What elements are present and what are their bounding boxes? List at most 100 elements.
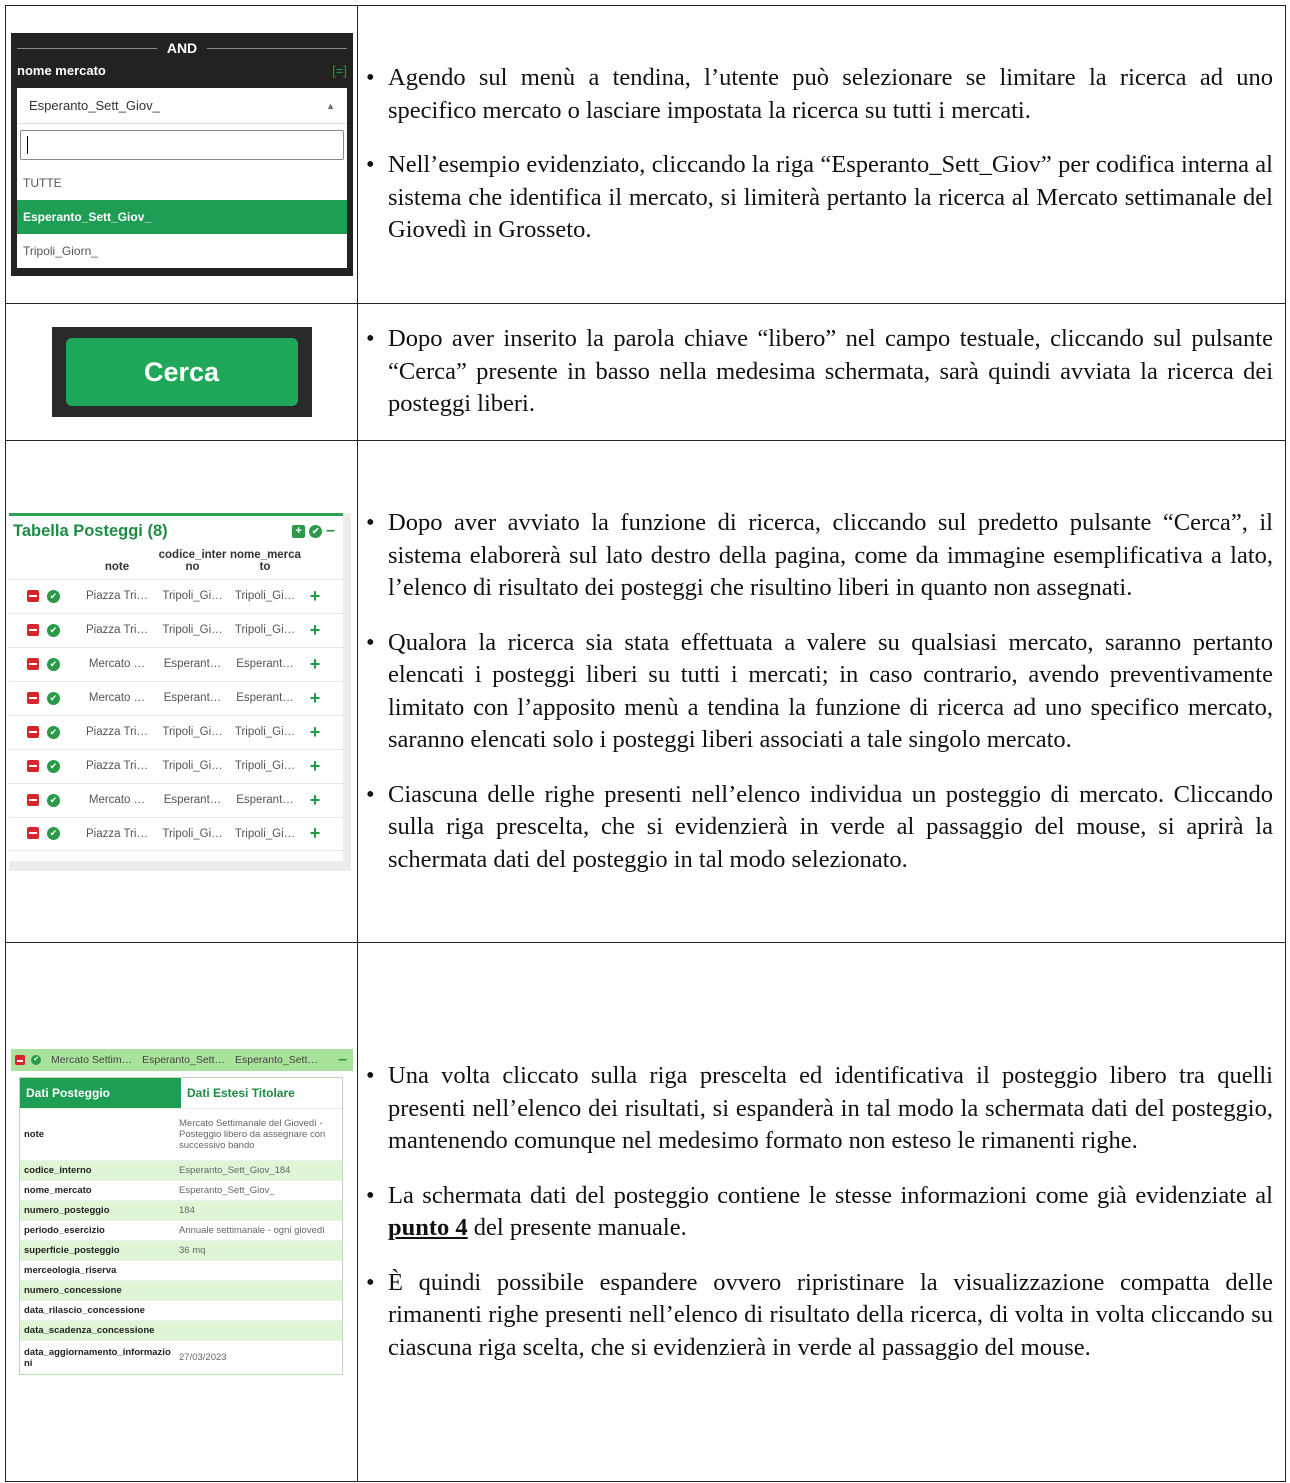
expand-plus-icon[interactable]: + <box>300 722 330 743</box>
delete-icon[interactable] <box>27 793 39 806</box>
cell: Tripoli_Gi… <box>234 760 296 772</box>
expand-plus-icon[interactable]: + <box>300 654 330 675</box>
detail-row: data_aggiornamento_informazioni 27/03/202… <box>20 1340 342 1374</box>
collapse-minus-icon[interactable]: – <box>338 1051 347 1069</box>
tab-dati-posteggio[interactable]: Dati Posteggio <box>20 1078 181 1108</box>
posteggi-table: Tabella Posteggi (8) + ✔ – note codice_i… <box>9 512 343 861</box>
delete-icon[interactable] <box>27 623 39 636</box>
table-row[interactable]: ✔ Piazza Tri… Tripoli_Gi… Tripoli_Gi… + <box>9 612 343 647</box>
check-icon[interactable]: ✔ <box>31 1055 41 1065</box>
dropdown-list: TUTTE Esperanto_Sett_Giov_ Tripoli_Giorn… <box>17 124 347 268</box>
check-icon[interactable]: ✔ <box>47 589 60 603</box>
expand-plus-icon[interactable]: + <box>300 756 330 777</box>
cell: Esperant… <box>163 658 222 670</box>
delete-icon[interactable] <box>27 725 39 738</box>
table-row[interactable]: ✔ Piazza Tri… Tripoli_Gi… Tripoli_Gi… + <box>9 578 343 613</box>
detail-row: merceologia_riserva <box>20 1260 342 1280</box>
check-icon[interactable]: ✔ <box>47 623 60 637</box>
check-icon[interactable]: ✔ <box>309 524 323 538</box>
check-icon[interactable]: ✔ <box>47 793 60 807</box>
detail-row: numero_posteggio 184 <box>20 1200 342 1220</box>
cell: Esperant… <box>236 692 294 704</box>
bullet-text: Una volta cliccato sulla riga prescelta … <box>366 1060 1273 1158</box>
and-divider: AND <box>17 39 347 57</box>
expand-plus-icon[interactable]: + <box>300 823 330 844</box>
cell: Tripoli_Gi… <box>162 827 223 840</box>
field-key: nome_mercato <box>24 1185 92 1196</box>
cerca-screenshot-cell: Cerca <box>5 303 358 441</box>
add-icon[interactable]: + <box>292 524 306 538</box>
cell: Esperanto_Sett… <box>142 1054 225 1066</box>
expand-plus-icon[interactable]: + <box>300 586 330 607</box>
expand-plus-icon[interactable]: + <box>300 688 330 709</box>
option-tripoli[interactable]: Tripoli_Giorn_ <box>17 234 347 268</box>
table-row[interactable]: ✔ Piazza Tri… Tripoli_Gi… Tripoli_Gi… + <box>9 816 343 851</box>
table-body: ✔ Piazza Tri… Tripoli_Gi… Tripoli_Gi… + ✔ Pia… <box>9 578 343 851</box>
delete-icon[interactable] <box>27 657 39 670</box>
row-detail: ✔ Mercato Settim… Esperanto_Sett… Espera… <box>5 942 1286 1482</box>
punto-4-link[interactable]: punto 4 <box>388 1214 468 1241</box>
table-row[interactable]: ✔ Mercato … Esperant… Esperant… + <box>9 646 343 681</box>
table-row[interactable]: ✔ Piazza Tri… Tripoli_Gi… Tripoli_Gi… + <box>9 714 343 749</box>
table-row[interactable]: ✔ Piazza Tri… Tripoli_Gi… Tripoli_Gi… + <box>9 748 343 783</box>
field-key: merceologia_riserva <box>24 1265 117 1276</box>
field-key: note <box>24 1129 45 1140</box>
option-esperanto[interactable]: Esperanto_Sett_Giov_ <box>17 200 347 234</box>
operator-badge[interactable]: [=] <box>332 63 347 78</box>
cell: Esperant… <box>163 692 222 704</box>
field-key: data_rilascio_concessione <box>24 1305 145 1316</box>
bullet-text: Dopo aver inserito la parola chiave “lib… <box>366 323 1273 421</box>
expand-plus-icon[interactable]: + <box>300 620 330 641</box>
bullet-text: Agendo sul menù a tendina, l’utente può … <box>366 62 1273 127</box>
market-select[interactable]: Esperanto_Sett_Giov_ ▲ <box>17 88 347 124</box>
bullet-text-part: del presente manuale. <box>467 1214 687 1241</box>
bullet-text: La schermata dati del posteggio contiene… <box>366 1180 1273 1245</box>
check-icon[interactable]: ✔ <box>47 691 60 705</box>
col-header: note <box>104 560 130 573</box>
bullet-text: Qualora la ricerca sia stata effettuata … <box>366 627 1273 757</box>
cerca-button[interactable]: Cerca <box>65 338 298 406</box>
caret-up-icon: ▲ <box>326 100 335 111</box>
table-screenshot-cell: Tabella Posteggi (8) + ✔ – note codice_i… <box>5 440 358 943</box>
field-value: Mercato Settimanale del Giovedì - Posteg… <box>179 1118 326 1151</box>
cell: Piazza Tri… <box>86 760 148 772</box>
check-icon[interactable]: ✔ <box>47 725 60 739</box>
cerca-frame: Cerca <box>51 327 312 417</box>
table-row[interactable]: ✔ Mercato … Esperant… Esperant… + <box>9 680 343 715</box>
dropdown-search-input[interactable] <box>20 130 344 160</box>
expand-plus-icon[interactable]: + <box>300 790 330 811</box>
delete-icon[interactable] <box>27 691 39 704</box>
market-select-value: Esperanto_Sett_Giov_ <box>29 98 160 113</box>
bullet-text: È quindi possibile espandere ovvero ripr… <box>366 1267 1273 1365</box>
minus-icon[interactable]: – <box>326 522 335 540</box>
selected-row[interactable]: ✔ Mercato Settim… Esperanto_Sett… Espera… <box>11 1049 353 1071</box>
delete-icon[interactable] <box>27 827 39 839</box>
field-key: numero_concessione <box>24 1285 122 1296</box>
cell: Tripoli_Gi… <box>234 624 296 636</box>
cell: Mercato … <box>88 658 146 670</box>
check-icon[interactable]: ✔ <box>47 759 60 773</box>
delete-icon[interactable] <box>27 759 39 772</box>
field-key: data_aggiornamento_informazioni <box>24 1346 171 1369</box>
cell: Mercato … <box>88 692 146 704</box>
table-row[interactable]: ✔ Mercato … Esperant… Esperant… + <box>9 782 343 817</box>
bullet-text: Nell’esempio evidenziato, cliccando la r… <box>366 149 1273 247</box>
delete-icon[interactable] <box>27 589 39 602</box>
bullet-text-part: La schermata dati del posteggio contiene… <box>388 1181 1273 1209</box>
field-value <box>175 1281 342 1300</box>
check-icon[interactable]: ✔ <box>47 827 60 840</box>
cell: Esperant… <box>236 658 294 670</box>
col-header: nome_merca to <box>230 548 301 573</box>
delete-icon[interactable] <box>15 1055 25 1065</box>
manual-table: AND nome mercato [=] Esperanto_Sett_Giov… <box>5 5 1286 1482</box>
detail-text-cell: Una volta cliccato sulla riga prescelta … <box>357 942 1286 1482</box>
tab-dati-estesi-titolare[interactable]: Dati Estesi Titolare <box>181 1078 342 1108</box>
field-key: periodo_esercizio <box>24 1225 105 1236</box>
field-value <box>175 1301 342 1320</box>
detail-row: codice_interno Esperanto_Sett_Giov_184 <box>20 1160 342 1180</box>
row-cerca: Cerca Dopo aver inserito la parola chiav… <box>5 303 1286 441</box>
row-dropdown: AND nome mercato [=] Esperanto_Sett_Giov… <box>5 5 1286 304</box>
check-icon[interactable]: ✔ <box>47 657 60 671</box>
option-tutte[interactable]: TUTTE <box>17 166 347 200</box>
detail-box: Dati Posteggio Dati Estesi Titolare note… <box>19 1077 343 1375</box>
